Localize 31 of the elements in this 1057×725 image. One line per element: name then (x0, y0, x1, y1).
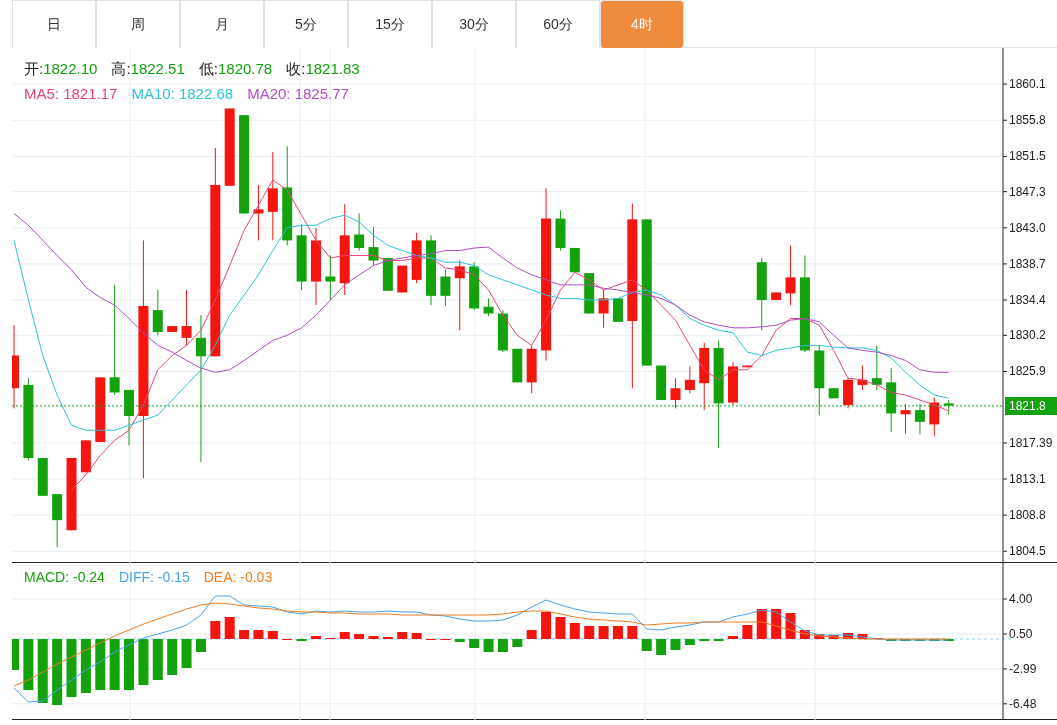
legend-label: 低: (198, 59, 218, 79)
legend-text: DIFF: -0.15 (118, 568, 190, 587)
axis-label: 1817.39 (1009, 435, 1053, 450)
axis-label: 1830.2 (1009, 328, 1046, 343)
axis-label: 4.00 (1009, 592, 1033, 606)
axis-label: -6.48 (1009, 696, 1037, 711)
axis-label: 1860.1 (1009, 77, 1046, 92)
axis-label: 1808.8 (1009, 508, 1046, 523)
price-label: 1821.8 (1005, 396, 1057, 415)
axis-label: 1834.4 (1009, 293, 1046, 308)
axis-label: 1843.0 (1009, 220, 1046, 235)
legend-label: 收: (286, 59, 306, 79)
legend-value: 1821.83 (305, 59, 360, 79)
legend-label: 高: (111, 59, 131, 79)
axis-label: 1813.1 (1009, 472, 1046, 486)
legend-label: 开: (24, 59, 44, 79)
axis-label: -2.99 (1009, 661, 1037, 676)
legend-value: 1820.78 (218, 59, 273, 79)
legend-text: MA10: 1822.68 (131, 83, 234, 104)
axis-label: 1847.3 (1009, 184, 1046, 199)
axis-label: 1838.7 (1009, 256, 1046, 271)
legend-text: MACD: -0.24 (24, 568, 105, 587)
legend-text: MA20: 1825.77 (247, 83, 349, 104)
axis-label: 1804.5 (1009, 544, 1046, 559)
axis-label: 1851.5 (1009, 149, 1046, 164)
legend-text: MA5: 1821.17 (24, 83, 118, 104)
legend-text: DEA: -0.03 (203, 568, 273, 587)
axis-label: 1825.9 (1009, 364, 1046, 379)
axis-label: 0.50 (1009, 627, 1033, 641)
axis-label: 1855.8 (1009, 113, 1046, 128)
legend-value: 1822.10 (43, 59, 98, 79)
